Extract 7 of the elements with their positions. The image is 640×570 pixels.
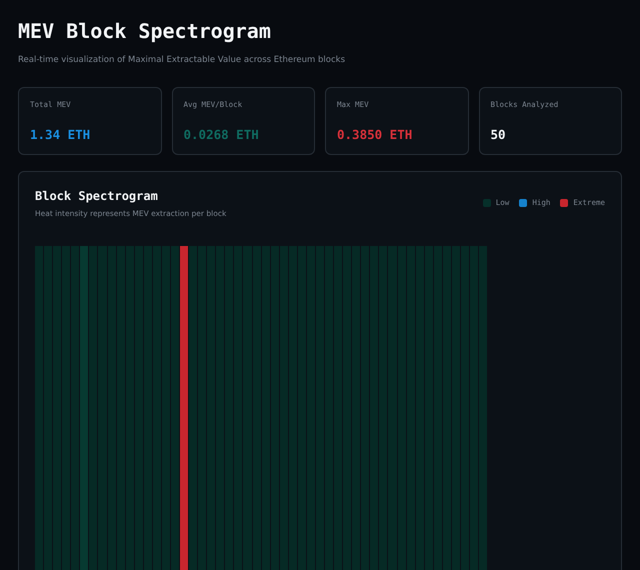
page-title: MEV Block Spectrogram: [18, 18, 272, 43]
stat-value: 50: [490, 127, 507, 142]
panel-title: Block Spectrogram: [35, 189, 159, 203]
stat-value: 0.3850 ETH: [337, 127, 414, 142]
stat-value: 1.34 ETH: [30, 127, 92, 142]
page-subtitle: Real-time visualization of Maximal Extractable Value across Ethereum blocks: [18, 55, 346, 65]
stat-value: 0.0268 ETH: [184, 127, 260, 142]
